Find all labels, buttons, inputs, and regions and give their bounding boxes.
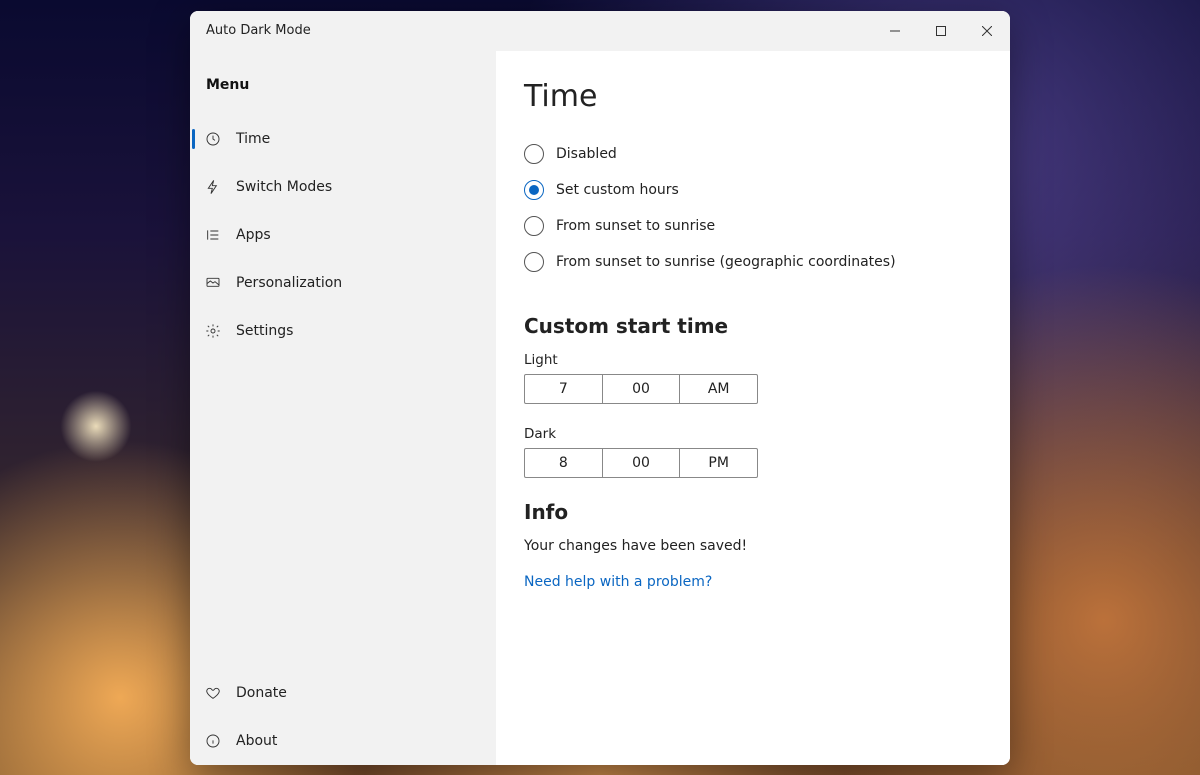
gear-icon [204,322,222,340]
sidebar-footer: Donate About [190,669,496,765]
dark-label: Dark [524,426,982,442]
maximize-button[interactable] [918,11,964,51]
main-content: Time Disabled Set custom hours From suns… [496,51,1010,765]
radio-disabled[interactable]: Disabled [524,144,982,164]
mode-radio-group: Disabled Set custom hours From sunset to… [524,144,982,272]
light-time-picker[interactable]: 7 00 AM [524,374,758,404]
custom-start-time-heading: Custom start time [524,314,982,338]
sidebar-item-donate[interactable]: Donate [190,669,496,717]
info-heading: Info [524,500,982,524]
sidebar-item-settings[interactable]: Settings [190,307,496,355]
dark-minute[interactable]: 00 [602,449,680,477]
clock-icon [204,130,222,148]
radio-label: Disabled [556,146,617,162]
light-label: Light [524,352,982,368]
close-button[interactable] [964,11,1010,51]
sidebar-header: Menu [190,63,496,115]
dark-hour[interactable]: 8 [525,449,602,477]
light-ampm[interactable]: AM [679,375,757,403]
light-hour[interactable]: 7 [525,375,602,403]
sidebar-item-label: Apps [236,227,271,243]
close-icon [982,26,992,36]
help-link[interactable]: Need help with a problem? [524,574,982,590]
window-controls [872,11,1010,51]
light-minute[interactable]: 00 [602,375,680,403]
sidebar-item-about[interactable]: About [190,717,496,765]
title-bar: Auto Dark Mode [190,11,1010,51]
dark-ampm[interactable]: PM [679,449,757,477]
radio-icon [524,144,544,164]
window-title: Auto Dark Mode [190,23,311,38]
info-icon [204,732,222,750]
radio-sunset-sunrise-geo[interactable]: From sunset to sunrise (geographic coord… [524,252,982,272]
info-text: Your changes have been saved! [524,538,982,554]
radio-label: From sunset to sunrise [556,218,715,234]
page-title: Time [524,79,982,114]
maximize-icon [936,26,946,36]
radio-custom-hours[interactable]: Set custom hours [524,180,982,200]
sidebar-item-label: About [236,733,277,749]
radio-icon [524,252,544,272]
heart-icon [204,684,222,702]
sidebar-item-label: Settings [236,323,293,339]
dark-time-picker[interactable]: 8 00 PM [524,448,758,478]
list-icon [204,226,222,244]
lightning-icon [204,178,222,196]
sidebar-item-label: Switch Modes [236,179,332,195]
sidebar-item-label: Time [236,131,270,147]
sidebar-nav: Time Switch Modes Apps [190,115,496,355]
sidebar-item-personalization[interactable]: Personalization [190,259,496,307]
minimize-button[interactable] [872,11,918,51]
radio-icon [524,180,544,200]
sidebar: Menu Time Switch Modes [190,51,496,765]
sidebar-item-switch-modes[interactable]: Switch Modes [190,163,496,211]
radio-label: From sunset to sunrise (geographic coord… [556,254,896,270]
radio-sunset-sunrise[interactable]: From sunset to sunrise [524,216,982,236]
minimize-icon [890,26,900,36]
personalization-icon [204,274,222,292]
sidebar-item-time[interactable]: Time [190,115,496,163]
sidebar-item-label: Personalization [236,275,342,291]
sidebar-item-label: Donate [236,685,287,701]
radio-icon [524,216,544,236]
radio-label: Set custom hours [556,182,679,198]
sidebar-item-apps[interactable]: Apps [190,211,496,259]
app-window: Auto Dark Mode Menu Time [190,11,1010,765]
